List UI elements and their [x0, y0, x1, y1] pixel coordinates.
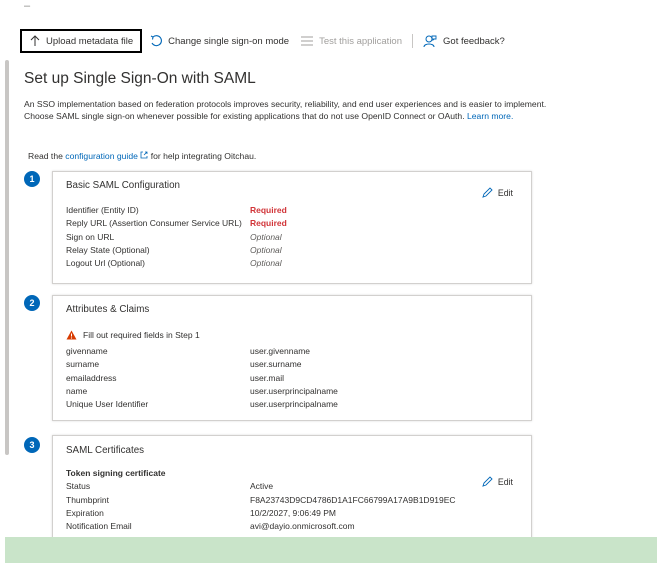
- upload-metadata-label: Upload metadata file: [46, 35, 134, 47]
- attributes-claims-title: Attributes & Claims: [66, 304, 150, 315]
- row-value: Optional: [250, 244, 282, 255]
- command-bar: Upload metadata file Change single sign-…: [20, 29, 511, 53]
- step-1-badge: 1: [24, 171, 40, 187]
- feedback-label: Got feedback?: [443, 35, 505, 47]
- row-value: Required: [250, 218, 287, 229]
- row-label: Sign on URL: [66, 231, 115, 242]
- edit-label: Edit: [497, 476, 513, 487]
- table-row: Reply URL (Assertion Consumer Service UR…: [66, 217, 287, 230]
- row-value: Active: [250, 481, 274, 492]
- table-row: Identifier (Entity ID) Required: [66, 204, 287, 217]
- table-row: surname user.surname: [66, 358, 338, 371]
- page-description: An SSO implementation based on federatio…: [24, 99, 554, 122]
- pencil-icon: [482, 187, 493, 198]
- row-value: user.mail: [250, 372, 285, 383]
- pencil-icon: [482, 476, 493, 487]
- table-row: Status Active: [66, 480, 456, 493]
- step-2-badge: 2: [24, 295, 40, 311]
- row-label: surname: [66, 359, 100, 370]
- row-label: Status: [66, 481, 91, 492]
- guide-suffix: for help integrating Oitchau.: [150, 151, 257, 161]
- warning-text: Fill out required fields in Step 1: [83, 330, 200, 340]
- saml-certificates-edit-button[interactable]: Edit: [482, 476, 513, 487]
- table-row: Relay State (Optional) Optional: [66, 244, 287, 257]
- upload-metadata-button[interactable]: Upload metadata file: [20, 29, 143, 53]
- warning-icon: [66, 330, 77, 340]
- guide-prefix: Read the: [28, 151, 63, 161]
- row-value: user.userprincipalname: [250, 385, 338, 396]
- row-label: Unique User Identifier: [66, 399, 149, 410]
- row-label: Thumbprint: [66, 494, 109, 505]
- basic-saml-edit-button[interactable]: Edit: [482, 187, 513, 198]
- row-value: user.surname: [250, 359, 302, 370]
- table-row: name user.userprincipalname: [66, 385, 338, 398]
- row-value: F8A23743D9CD4786D1A1FC66799A17A9B1D919EC: [250, 494, 456, 505]
- row-value: Optional: [250, 258, 282, 269]
- step-3-badge: 3: [24, 437, 40, 453]
- table-row: Sign on URL Optional: [66, 231, 287, 244]
- attributes-claims-card: Attributes & Claims Fill out required fi…: [52, 295, 532, 421]
- configuration-guide-link[interactable]: configuration guide: [65, 151, 138, 161]
- saml-certificates-card: SAML Certificates Edit Token signing cer…: [52, 435, 532, 545]
- row-value: 10/2/2027, 9:06:49 PM: [250, 507, 337, 518]
- table-row: Expiration 10/2/2027, 9:06:49 PM: [66, 507, 456, 520]
- basic-saml-configuration-card: Basic SAML Configuration Edit Identifier…: [52, 171, 532, 284]
- row-value: user.userprincipalname: [250, 399, 338, 410]
- table-row: Unique User Identifier user.userprincipal…: [66, 398, 338, 411]
- undo-arrow-icon: [150, 35, 163, 47]
- row-label: emailaddress: [66, 372, 117, 383]
- change-sso-mode-label: Change single sign-on mode: [168, 35, 290, 47]
- page-title: Set up Single Sign-On with SAML: [24, 70, 256, 87]
- certificate-rows: Token signing certificate Status Active T…: [66, 467, 456, 533]
- basic-saml-title: Basic SAML Configuration: [66, 180, 180, 191]
- feedback-button[interactable]: Got feedback?: [417, 29, 511, 53]
- row-value: Optional: [250, 231, 282, 242]
- table-row: Logout Url (Optional) Optional: [66, 257, 287, 270]
- row-label: Expiration: [66, 507, 104, 518]
- saml-certificates-title: SAML Certificates: [66, 445, 145, 456]
- row-label: Notification Email: [66, 521, 132, 532]
- table-row: Thumbprint F8A23743D9CD4786D1A1FC66799A17…: [66, 494, 456, 507]
- row-value: avi@dayio.onmicrosoft.com: [250, 521, 355, 532]
- upload-arrow-icon: [30, 35, 40, 47]
- table-row: givenname user.givenname: [66, 345, 338, 358]
- table-row: emailaddress user.mail: [66, 372, 338, 385]
- configuration-guide-line: Read the configuration guide for help in…: [28, 151, 256, 161]
- row-value: user.givenname: [250, 346, 311, 356]
- token-signing-subtitle: Token signing certificate: [66, 468, 166, 478]
- toolbar-divider: [412, 34, 414, 48]
- test-application-label: Test this application: [319, 35, 403, 47]
- test-application-button[interactable]: Test this application: [295, 29, 408, 53]
- row-label: name: [66, 385, 88, 396]
- change-sso-mode-button[interactable]: Change single sign-on mode: [144, 29, 295, 53]
- external-link-icon: [140, 151, 148, 161]
- table-row: Notification Email avi@dayio.onmicrosoft.…: [66, 520, 456, 533]
- edit-label: Edit: [497, 187, 513, 198]
- row-value: Required: [250, 205, 287, 215]
- row-label: Reply URL (Assertion Consumer Service UR…: [66, 218, 242, 229]
- list-icon: [301, 36, 314, 46]
- attributes-warning: Fill out required fields in Step 1: [66, 330, 200, 340]
- learn-more-link[interactable]: Learn more.: [467, 111, 513, 121]
- row-label: Logout Url (Optional): [66, 258, 145, 269]
- top-mark: –: [24, 0, 31, 12]
- vertical-scrollbar[interactable]: [5, 60, 9, 455]
- feedback-icon: [423, 35, 437, 48]
- row-label: givenname: [66, 346, 108, 356]
- attributes-rows: givenname user.givenname surname user.surn…: [66, 345, 338, 411]
- row-label: Identifier (Entity ID): [66, 205, 139, 215]
- bottom-highlight-bar: [5, 537, 657, 563]
- basic-saml-rows: Identifier (Entity ID) Required Reply URL…: [66, 204, 287, 270]
- row-label: Relay State (Optional): [66, 244, 150, 255]
